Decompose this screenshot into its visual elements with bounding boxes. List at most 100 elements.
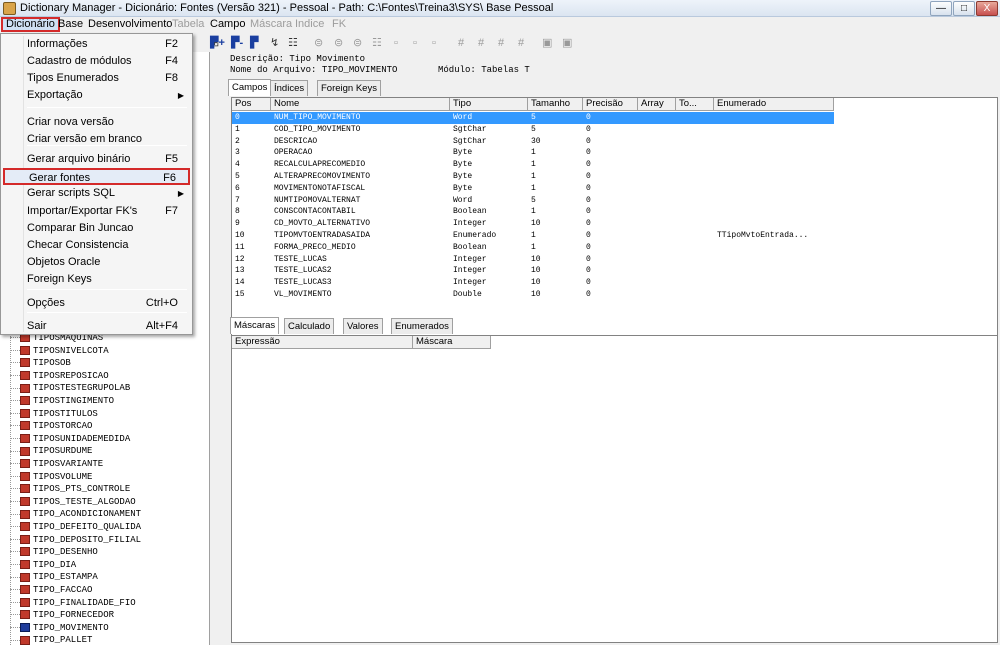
tree-item[interactable]: TIPOSTESTEGRUPOLAB bbox=[10, 382, 130, 394]
col-header-tipo[interactable]: Tipo bbox=[450, 98, 528, 111]
add-field-icon[interactable]: ▛+ bbox=[210, 34, 225, 52]
table-row[interactable]: 10 TIPOMVTOENTRADASAIDA Enumerado 1 0 TTipoMv… bbox=[232, 230, 997, 242]
tab-valores[interactable]: Valores bbox=[343, 318, 383, 334]
tree-item[interactable]: TIPO_DEFEITO_QUALIDA bbox=[10, 521, 141, 533]
tab-mascaras[interactable]: Máscaras bbox=[230, 317, 280, 334]
menu-campo[interactable]: Campo bbox=[210, 17, 245, 32]
menu-item-objetos-oracle[interactable]: Objetos Oracle bbox=[3, 254, 190, 271]
menu-fk[interactable]: FK bbox=[332, 17, 346, 32]
table-row[interactable]: 0 NUM_TIPO_MOVIMENTO Word 5 0 bbox=[232, 112, 834, 124]
tree-item[interactable]: TIPO_ESTAMPA bbox=[10, 571, 98, 583]
table-row[interactable]: 4 RECALCULAPRECOMEDIO Byte 1 0 bbox=[232, 159, 997, 171]
tab-enumerados[interactable]: Enumerados bbox=[391, 318, 453, 334]
mask-grid[interactable]: Expressão Máscara bbox=[231, 335, 998, 643]
menu-item-foreign-keys[interactable]: Foreign Keys bbox=[3, 271, 190, 288]
tree-item[interactable]: TIPOSURDUME bbox=[10, 445, 92, 457]
tree-item[interactable]: TIPO_MOVIMENTO bbox=[10, 622, 109, 634]
tree-item[interactable]: TIPOSREPOSICAO bbox=[10, 370, 109, 382]
paste-icon[interactable]: ▣ bbox=[562, 34, 572, 52]
menu-item-sair[interactable]: Sair Alt+F4 bbox=[3, 318, 190, 335]
tree-item[interactable]: TIPOS_TESTE_ALGODAO bbox=[10, 496, 136, 508]
close-button[interactable]: X bbox=[976, 1, 998, 16]
menu-desenvolvimento[interactable]: Desenvolvimento bbox=[88, 17, 172, 32]
tree-item[interactable]: TIPOSUNIDADEMEDIDA bbox=[10, 433, 130, 445]
table-row[interactable]: 13 TESTE_LUCAS2 Integer 10 0 bbox=[232, 265, 997, 277]
col-header-array[interactable]: Array bbox=[638, 98, 676, 111]
menu-item-checar-consistencia[interactable]: Checar Consistencia bbox=[3, 237, 190, 254]
table-row[interactable]: 15 VL_MOVIMENTO Double 10 0 bbox=[232, 289, 997, 301]
col-header-pos[interactable]: Pos bbox=[232, 98, 271, 111]
tree-item[interactable]: TIPOSVOLUME bbox=[10, 471, 92, 483]
col-header-enumerado[interactable]: Enumerado bbox=[714, 98, 834, 111]
menu-base[interactable]: Base bbox=[58, 17, 83, 32]
col-header-precisao[interactable]: Precisão bbox=[583, 98, 638, 111]
table-row[interactable]: 2 DESCRICAO SgtChar 30 0 bbox=[232, 136, 997, 148]
remove-field-icon[interactable]: ▛- bbox=[231, 34, 243, 52]
copy-icon[interactable]: ▣ bbox=[542, 34, 552, 52]
menu-item-exportacao[interactable]: Exportação ▶ bbox=[3, 87, 190, 104]
table-row[interactable]: 1 COD_TIPO_MOVIMENTO SgtChar 5 0 bbox=[232, 124, 997, 136]
tree-item[interactable]: TIPOSTITULOS bbox=[10, 408, 98, 420]
col-header-tamanho[interactable]: Tamanho bbox=[528, 98, 583, 111]
menu-mascara[interactable]: Máscara bbox=[250, 17, 292, 32]
menu-item-gerar-arquivo-binario[interactable]: Gerar arquivo binário F5 bbox=[3, 151, 190, 168]
fk-list-icon[interactable]: # bbox=[518, 34, 524, 52]
menu-indice[interactable]: Indice bbox=[295, 17, 324, 32]
index-add-icon[interactable]: ▫ bbox=[394, 34, 398, 52]
tree-item[interactable]: TIPOSNIVELCOTA bbox=[10, 345, 109, 357]
tree-item[interactable]: TIPOS_PTS_CONTROLE bbox=[10, 483, 130, 495]
menu-item-opcoes[interactable]: Opções Ctrl+O bbox=[3, 295, 190, 312]
tree-item[interactable]: TIPO_DESENHO bbox=[10, 546, 98, 558]
table-row[interactable]: 12 TESTE_LUCAS Integer 10 0 bbox=[232, 254, 997, 266]
tab-indices[interactable]: Índices bbox=[270, 80, 309, 96]
menu-item-gerar-scripts-sql[interactable]: Gerar scripts SQL ▶ bbox=[3, 185, 190, 202]
menu-item-gerar-fontes[interactable]: Gerar fontes F6 bbox=[3, 168, 190, 185]
tree-item[interactable]: TIPOSVARIANTE bbox=[10, 458, 103, 470]
tree-item[interactable]: TIPOSOB bbox=[10, 357, 71, 369]
menu-item-tipos-enumerados[interactable]: Tipos Enumerados F8 bbox=[3, 70, 190, 87]
menu-item-importar-exportar-fks[interactable]: Importar/Exportar FK's F7 bbox=[3, 203, 190, 220]
db-remove-icon[interactable]: ⊜ bbox=[353, 34, 362, 52]
tree-item[interactable]: TIPO_FACCAO bbox=[10, 584, 92, 596]
minimize-button[interactable]: — bbox=[930, 1, 952, 16]
col-header-nome[interactable]: Nome bbox=[271, 98, 450, 111]
menu-item-comparar-bin-juncao[interactable]: Comparar Bin Juncao bbox=[3, 220, 190, 237]
edit-field-icon[interactable]: ▛ bbox=[250, 34, 258, 52]
table-row[interactable]: 9 CD_MOVTO_ALTERNATIVO Integer 10 0 bbox=[232, 218, 997, 230]
table-row[interactable]: 7 NUMTIPOMOVALTERNAT Word 5 0 bbox=[232, 195, 997, 207]
table-row[interactable]: 11 FORMA_PRECO_MEDIO Boolean 1 0 bbox=[232, 242, 997, 254]
tree-item[interactable]: TIPO_ACONDICIONAMENT bbox=[10, 508, 141, 520]
tab-calculado[interactable]: Calculado bbox=[284, 318, 335, 334]
col-header-to[interactable]: To... bbox=[676, 98, 714, 111]
tree-item[interactable]: TIPO_FINALIDADE_FIO bbox=[10, 597, 136, 609]
tree-item[interactable]: TIPO_PALLET bbox=[10, 634, 92, 645]
table-row[interactable]: 14 TESTE_LUCAS3 Integer 10 0 bbox=[232, 277, 997, 289]
menu-item-cadastro-modulos[interactable]: Cadastro de módulos F4 bbox=[3, 53, 190, 70]
col-header-expressao[interactable]: Expressão bbox=[232, 336, 413, 349]
menu-item-informacoes[interactable]: Informações F2 bbox=[3, 36, 190, 53]
tree-item[interactable]: TIPO_FORNECEDOR bbox=[10, 609, 114, 621]
db-add-icon[interactable]: ⊜ bbox=[334, 34, 343, 52]
menu-item-criar-nova-versao[interactable]: Criar nova versão bbox=[3, 114, 190, 131]
menu-tabela[interactable]: Tabela bbox=[172, 17, 204, 32]
tree-item[interactable]: TIPOSTORCAO bbox=[10, 420, 92, 432]
index-remove-icon[interactable]: ▫ bbox=[432, 34, 436, 52]
key-field-icon[interactable]: ↯ bbox=[270, 34, 279, 52]
tab-campos[interactable]: Campos bbox=[228, 79, 272, 96]
table-row[interactable]: 8 CONSCONTACONTABIL Boolean 1 0 bbox=[232, 206, 997, 218]
col-header-mascara[interactable]: Máscara bbox=[413, 336, 491, 349]
tab-foreign-keys[interactable]: Foreign Keys bbox=[317, 80, 381, 96]
tree-item[interactable]: TIPO_DIA bbox=[10, 559, 76, 571]
index-edit-icon[interactable]: ▫ bbox=[413, 34, 417, 52]
tree-item[interactable]: TIPO_DEPOSITO_FILIAL bbox=[10, 534, 141, 546]
table-row[interactable]: 6 MOVIMENTONOTAFISCAL Byte 1 0 bbox=[232, 183, 997, 195]
index-list-icon[interactable]: ☷ bbox=[372, 34, 382, 52]
menu-dicionario[interactable]: Dicionário bbox=[1, 17, 60, 32]
table-row[interactable]: 5 ALTERAPRECOMOVIMENTO Byte 1 0 bbox=[232, 171, 997, 183]
db-icon[interactable]: ⊜ bbox=[314, 34, 323, 52]
table-row[interactable]: 3 OPERACAO Byte 1 0 bbox=[232, 147, 997, 159]
fk-remove-icon[interactable]: # bbox=[498, 34, 504, 52]
fk-edit-icon[interactable]: # bbox=[478, 34, 484, 52]
tree-item[interactable]: TIPOSTINGIMENTO bbox=[10, 395, 114, 407]
maximize-button[interactable]: □ bbox=[953, 1, 975, 16]
